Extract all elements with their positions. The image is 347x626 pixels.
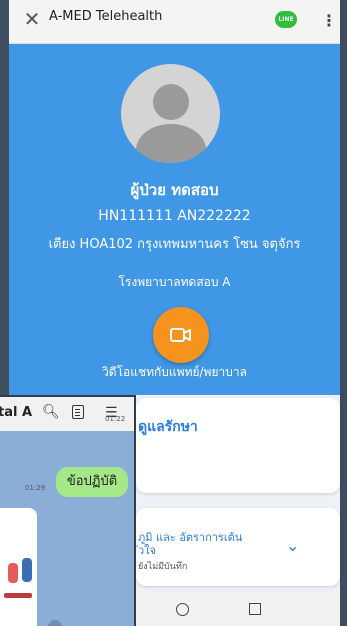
top-bar: ✕ A-MED Telehealth LINE ⋮ xyxy=(9,0,340,44)
scroll-indicator[interactable] xyxy=(48,620,62,626)
lower-content: ดูแลรักษา ภูมิ และ อัตราการเต้น ัวใจ ยัง… xyxy=(136,395,340,626)
message-time: 01:29 xyxy=(25,484,46,492)
android-nav-bar xyxy=(136,593,340,626)
patient-name: ผู้ป่วย ทดสอบ xyxy=(130,181,219,199)
illustration-person xyxy=(22,558,32,582)
video-call-button[interactable] xyxy=(153,307,209,363)
video-call-label: วิดีโอแชทกับแพทย์/พยาบาล xyxy=(102,365,247,379)
line-logo-icon: LINE xyxy=(275,11,297,28)
recents-nav-icon[interactable] xyxy=(249,603,261,615)
notes-icon[interactable] xyxy=(72,405,84,419)
illustration-item xyxy=(4,593,32,598)
message-bubble[interactable]: ข้อปฏิบัติ xyxy=(56,467,128,497)
screen: ✕ A-MED Telehealth LINE ⋮ ผู้ป่วย ทดสอบ … xyxy=(0,0,347,626)
care-card-title: ดูแลรักษา xyxy=(138,419,198,435)
hospital-name: โรงพยาบาลทดสอบ A xyxy=(118,275,231,289)
patient-panel: ผู้ป่วย ทดสอบ HN111111 AN222222 เตียง HO… xyxy=(9,44,340,395)
avatar xyxy=(121,64,220,163)
care-card[interactable]: ดูแลรักษา xyxy=(136,398,340,493)
vitals-card[interactable]: ภูมิ และ อัตราการเต้น ัวใจ ยังไม่มีบันทึ… xyxy=(136,508,340,586)
illustration-person xyxy=(8,563,18,583)
video-camera-icon xyxy=(170,328,191,342)
chat-room-name: tal A xyxy=(0,405,33,420)
frame-left xyxy=(0,0,9,395)
more-menu-icon[interactable]: ⋮ xyxy=(321,11,337,31)
chevron-down-icon[interactable]: ⌄ xyxy=(286,536,299,555)
vitals-title-line2: ัวใจ xyxy=(138,544,156,557)
chat-overlay: tal A 🔍︎ ☰ 01:22 ข้อปฏิบัติ 01:29 xyxy=(0,395,136,626)
patient-bed: เตียง HOA102 กรุงเทพมหานคร โซน จตุจักร xyxy=(48,237,301,252)
message-time: 01:22 xyxy=(105,415,126,423)
search-icon[interactable]: 🔍︎ xyxy=(42,404,60,420)
vitals-status: ยังไม่มีบันทึก xyxy=(138,562,188,572)
chat-header: tal A 🔍︎ ☰ xyxy=(0,397,134,431)
frame-right xyxy=(340,0,347,626)
app-title: A-MED Telehealth xyxy=(49,9,163,24)
patient-ids: HN111111 AN222222 xyxy=(98,208,251,224)
image-card-preview[interactable] xyxy=(0,508,37,626)
close-icon[interactable]: ✕ xyxy=(21,8,43,30)
home-nav-icon[interactable] xyxy=(176,603,189,616)
